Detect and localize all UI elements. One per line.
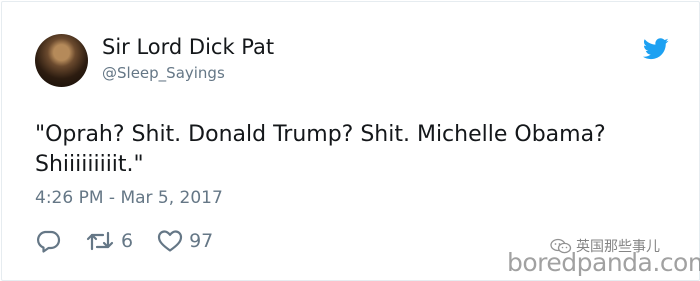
tweet-actions: 6 97	[35, 228, 237, 254]
user-handle[interactable]: @Sleep_Sayings	[102, 64, 225, 82]
tweet-timestamp[interactable]: 4:26 PM - Mar 5, 2017	[35, 188, 223, 208]
like-count: 97	[189, 230, 214, 252]
display-name[interactable]: Sir Lord Dick Pat	[102, 35, 274, 59]
tweet-card: Sir Lord Dick Pat @Sleep_Sayings "Oprah?…	[1, 1, 700, 281]
site-watermark: boredpanda.com	[507, 248, 700, 277]
retweet-icon	[86, 231, 114, 251]
like-button[interactable]: 97	[157, 229, 213, 253]
twitter-bird-icon[interactable]	[643, 38, 669, 60]
reply-icon	[37, 230, 61, 253]
avatar[interactable]	[35, 34, 88, 87]
reply-button[interactable]	[35, 229, 61, 253]
heart-icon	[157, 230, 183, 252]
retweet-button[interactable]: 6	[85, 229, 133, 253]
tweet-text: "Oprah? Shit. Donald Trump? Shit. Michel…	[35, 122, 606, 177]
retweet-count: 6	[121, 230, 134, 252]
